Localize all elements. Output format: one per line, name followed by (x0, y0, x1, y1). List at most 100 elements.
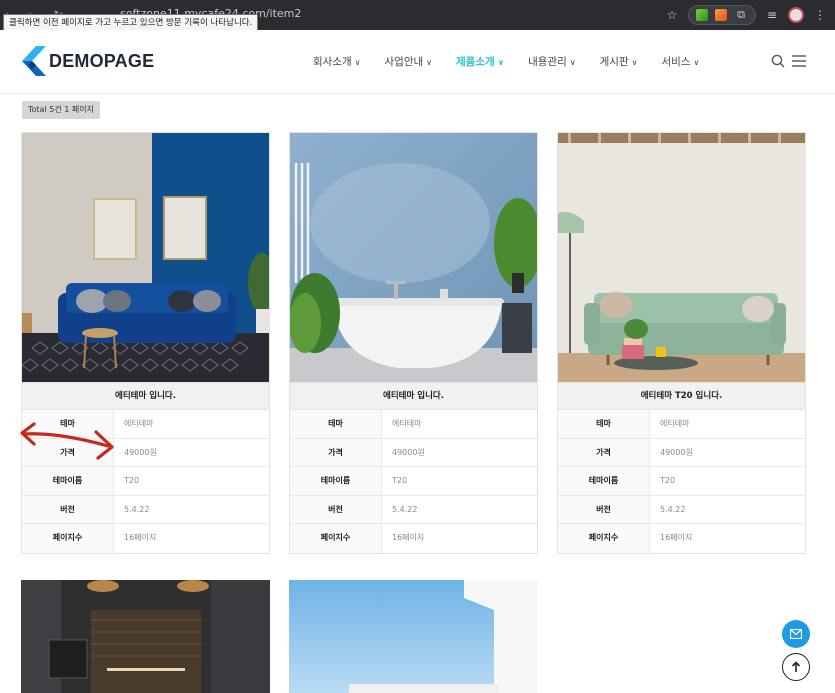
spec-row: 페이지수 16페이지 (290, 524, 537, 553)
spec-value: 49000원 (660, 447, 693, 457)
nav-item-label: 회사소개 (313, 56, 352, 68)
spec-key: 테마이름 (558, 467, 650, 495)
product-card-partial[interactable] (289, 580, 538, 693)
spec-value: 5.4.22 (124, 504, 150, 514)
scroll-to-top-button[interactable] (782, 653, 810, 681)
spec-value: T20 (660, 476, 676, 486)
spec-table: 테마 에티테마 가격 49000원 테마이름 T20 버전 5.4.22 페이지수 16페… (558, 410, 805, 553)
spec-key: 테마이름 (290, 467, 382, 495)
spec-row: 버전 5.4.22 (290, 495, 537, 525)
product-card[interactable]: 에티테마 T20 입니다. 테마 에티테마 가격 49000원 테마이름 T20 버전… (557, 132, 806, 554)
bookmark-star-icon[interactable]: ☆ (665, 8, 679, 22)
arrow-up-icon (791, 661, 801, 672)
product-image[interactable] (290, 133, 537, 382)
spec-key: 테마 (558, 410, 650, 438)
browser-menu-icon[interactable]: ⋮ (813, 8, 827, 22)
spec-row: 가격 49000원 (22, 438, 269, 468)
chevron-down-icon: ∨ (426, 58, 432, 67)
main-navigation: 회사소개 ∨ 사업안내 ∨ 제품소개 ∨ 내용관리 ∨ 게시판 ∨ 서비스 ∨ (313, 54, 699, 69)
spec-value: 5.4.22 (660, 504, 686, 514)
spec-value: 에티테마 (124, 419, 154, 428)
browser-extension-area: ☆ ⧉ ≡ ⋮ (665, 5, 827, 25)
chevron-down-icon: ∨ (497, 58, 505, 67)
extensions-group[interactable]: ⧉ (688, 5, 756, 25)
spec-key: 테마 (290, 410, 382, 438)
spec-key: 페이지수 (22, 524, 114, 553)
nav-item-label: 제품소개 (456, 56, 495, 68)
spec-key: 페이지수 (558, 524, 650, 553)
puzzle-extension-icon[interactable]: ⧉ (734, 8, 748, 22)
spec-key: 테마이름 (22, 467, 114, 495)
back-button-tooltip: 클릭하면 이전 페이지로 가고 누르고 있으면 방문 기록이 나타납니다. (3, 14, 259, 31)
product-image[interactable] (558, 133, 805, 382)
spec-row: 테마이름 T20 (22, 467, 269, 496)
spec-row: 페이지수 16페이지 (22, 524, 269, 553)
reading-list-icon[interactable]: ≡ (765, 8, 779, 22)
green-leaf-extension-icon[interactable] (696, 9, 708, 21)
spec-key: 가격 (290, 438, 382, 467)
nav-item-content[interactable]: 내용관리 ∨ (528, 54, 576, 69)
spec-value: 16페이지 (392, 533, 425, 543)
profile-avatar[interactable] (788, 7, 804, 23)
hamburger-menu-icon[interactable] (792, 55, 806, 67)
product-image[interactable] (22, 133, 269, 382)
spec-row: 테마 에티테마 (22, 410, 269, 439)
nav-item-label: 내용관리 (528, 56, 567, 68)
nav-item-label: 사업안내 (384, 56, 424, 68)
product-title[interactable]: 에티테마 입니다. (290, 382, 537, 410)
total-count-badge: Total 5건 1 페이지 (22, 101, 100, 119)
nav-item-company[interactable]: 회사소개 ∨ (313, 54, 361, 69)
spec-value: 에티테마 (392, 419, 422, 428)
spec-key: 테마 (22, 410, 114, 438)
spec-table: 테마 에티테마 가격 49000원 테마이름 T20 버전 5.4.22 페이지수 16페… (22, 410, 269, 553)
product-image[interactable] (21, 580, 270, 693)
spec-value: 49000원 (392, 447, 425, 457)
logo-text[interactable]: DEMOPAGE (49, 51, 154, 72)
search-icon[interactable] (771, 54, 785, 68)
product-title[interactable]: 에티테마 T20 입니다. (558, 382, 805, 410)
spec-value: 16페이지 (660, 533, 693, 543)
nav-item-label: 서비스 (661, 56, 691, 68)
spec-row: 가격 49000원 (558, 438, 805, 468)
product-image[interactable] (289, 580, 538, 693)
spec-row: 페이지수 16페이지 (558, 524, 805, 553)
product-title[interactable]: 에티테마 입니다. (22, 382, 269, 410)
spec-row: 버전 5.4.22 (558, 495, 805, 525)
spec-key: 버전 (558, 495, 650, 524)
chevron-down-icon: ∨ (354, 58, 361, 67)
nav-item-products[interactable]: 제품소개 ∨ (456, 54, 504, 69)
mail-icon (790, 629, 802, 639)
spec-value: 에티테마 (660, 419, 690, 428)
nav-item-label: 게시판 (599, 56, 629, 68)
browser-toolbar: ‹ › ↻ softzone11.mycafe24.com/item2 ☆ ⧉ … (0, 0, 835, 31)
spec-key: 가격 (558, 438, 650, 467)
spec-value: 5.4.22 (392, 504, 418, 514)
spec-value: 49000원 (124, 447, 157, 457)
spec-key: 가격 (22, 438, 114, 467)
spec-row: 테마이름 T20 (290, 467, 537, 496)
product-card-partial[interactable] (21, 580, 270, 693)
spec-value: T20 (392, 476, 408, 486)
chevron-down-icon: ∨ (569, 58, 576, 67)
spec-key: 페이지수 (290, 524, 382, 553)
spec-value: T20 (124, 476, 140, 486)
orange-leaf-extension-icon[interactable] (715, 9, 727, 21)
contact-mail-button[interactable] (782, 620, 810, 648)
nav-item-board[interactable]: 게시판 ∨ (600, 54, 638, 69)
spec-key: 버전 (290, 495, 382, 524)
logo-icon[interactable] (22, 46, 46, 76)
spec-row: 버전 5.4.22 (22, 495, 269, 525)
spec-row: 테마 에티테마 (558, 410, 805, 439)
product-card[interactable]: 에티테마 입니다. 테마 에티테마 가격 49000원 테마이름 T20 버전 5.4.… (289, 132, 538, 554)
spec-table: 테마 에티테마 가격 49000원 테마이름 T20 버전 5.4.22 페이지수 16페… (290, 410, 537, 553)
spec-row: 가격 49000원 (290, 438, 537, 468)
product-card[interactable]: 에티테마 입니다. 테마 에티테마 가격 49000원 테마이름 T20 버전 5.4.… (21, 132, 270, 554)
nav-item-business[interactable]: 사업안내 ∨ (385, 54, 433, 69)
spec-value: 16페이지 (124, 533, 157, 543)
chevron-down-icon: ∨ (631, 58, 638, 67)
spec-key: 버전 (22, 495, 114, 524)
spec-row: 테마 에티테마 (290, 410, 537, 439)
chevron-down-icon: ∨ (693, 58, 700, 67)
nav-item-service[interactable]: 서비스 ∨ (661, 54, 699, 69)
spec-row: 테마이름 T20 (558, 467, 805, 496)
